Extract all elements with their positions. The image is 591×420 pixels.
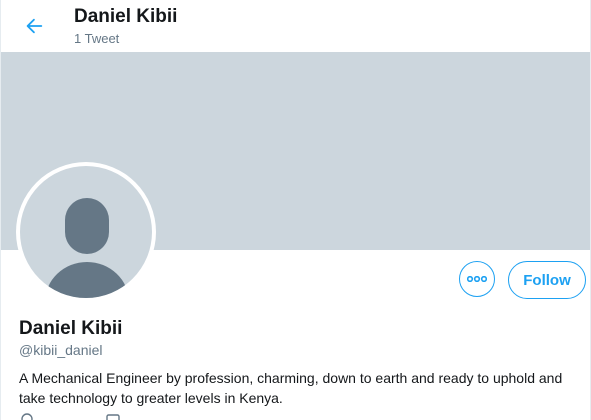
profile-page: Daniel Kibii 1 Tweet Follow Daniel Kibii… bbox=[0, 0, 591, 420]
profile-meta-row bbox=[19, 412, 121, 420]
location-icon bbox=[21, 413, 33, 420]
profile-header: Daniel Kibii 1 Tweet bbox=[1, 0, 590, 52]
arrow-left-icon bbox=[26, 18, 43, 34]
default-avatar-icon bbox=[20, 166, 152, 298]
profile-name: Daniel Kibii bbox=[19, 318, 123, 339]
profile-bio: A Mechanical Engineer by profession, cha… bbox=[19, 370, 563, 406]
header-title: Daniel Kibii bbox=[74, 6, 178, 27]
tweet-count: 1 Tweet bbox=[74, 31, 120, 46]
profile-handle: @kibii_daniel bbox=[19, 342, 103, 358]
more-button[interactable] bbox=[459, 261, 495, 297]
back-button[interactable] bbox=[15, 7, 53, 45]
more-icon bbox=[467, 276, 487, 282]
calendar-icon bbox=[106, 414, 120, 420]
avatar[interactable] bbox=[16, 162, 156, 302]
avatar-silhouette-icon bbox=[45, 198, 129, 298]
follow-button[interactable]: Follow bbox=[508, 261, 586, 299]
